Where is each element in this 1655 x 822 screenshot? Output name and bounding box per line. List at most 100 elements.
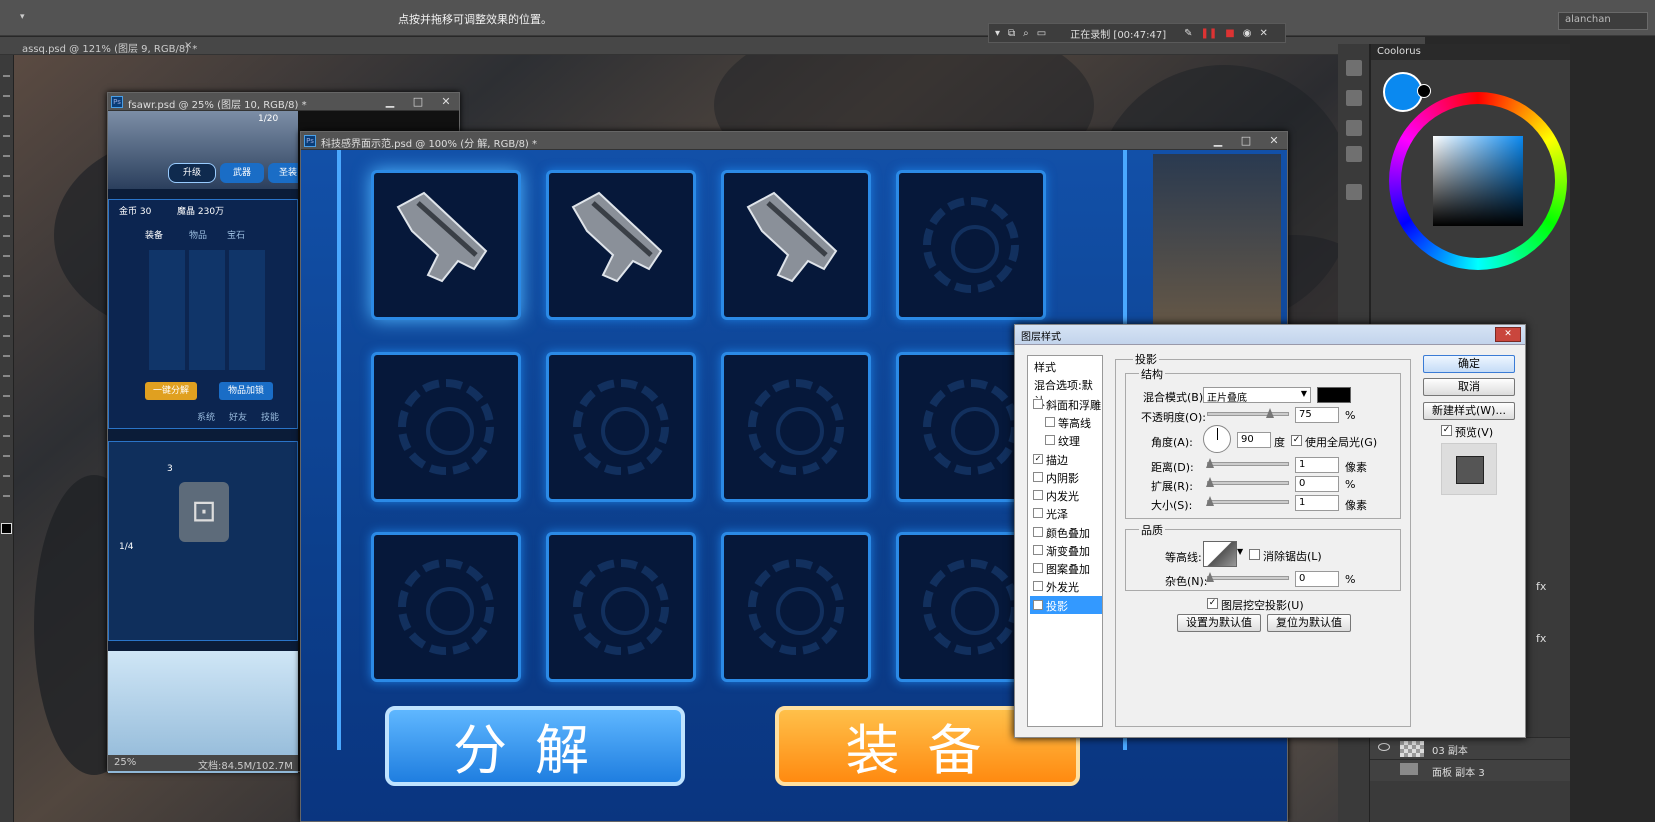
noise-input[interactable]: 0: [1295, 571, 1339, 587]
distance-input[interactable]: 1: [1295, 457, 1339, 473]
tab-weapon[interactable]: 武器: [220, 163, 264, 183]
slot-10[interactable]: [546, 532, 696, 682]
anti-alias-checkbox[interactable]: [1249, 549, 1260, 560]
style-checkbox[interactable]: [1033, 545, 1043, 555]
slot-9[interactable]: [371, 532, 521, 682]
style-checkbox[interactable]: [1033, 508, 1043, 518]
stop-icon[interactable]: ■: [1225, 28, 1234, 39]
style-inner-glow[interactable]: 内发光: [1030, 486, 1102, 504]
style-drop-shadow[interactable]: ✓ 投影: [1030, 596, 1102, 614]
style-satin[interactable]: 光泽: [1030, 504, 1102, 522]
style-inner-shadow[interactable]: 内阴影: [1030, 468, 1102, 486]
set-default-button[interactable]: 设置为默认值: [1177, 614, 1261, 632]
distance-slider[interactable]: [1206, 458, 1289, 468]
layer-row[interactable]: 面板 副本 3: [1370, 759, 1570, 781]
global-light-checkbox[interactable]: ✓: [1291, 435, 1302, 446]
bag-tab-items[interactable]: 物品: [189, 228, 207, 241]
ok-button[interactable]: 确定: [1423, 355, 1515, 373]
reset-default-button[interactable]: 复位为默认值: [1267, 614, 1351, 632]
style-checkbox[interactable]: ✓: [1033, 600, 1043, 610]
slot-4[interactable]: [896, 170, 1046, 320]
slot-5[interactable]: [371, 352, 521, 502]
spread-input[interactable]: 0: [1295, 476, 1339, 492]
style-stroke[interactable]: ✓ 描边: [1030, 450, 1102, 468]
maximize-icon[interactable]: □: [409, 95, 427, 108]
styles-header[interactable]: 样式: [1030, 357, 1102, 375]
knockout-checkbox[interactable]: ✓: [1207, 598, 1218, 609]
eye-icon[interactable]: [1378, 743, 1390, 751]
nav-skills[interactable]: 技能: [261, 410, 279, 423]
style-outer-glow[interactable]: 外发光: [1030, 577, 1102, 595]
style-checkbox[interactable]: [1045, 435, 1055, 445]
pen-icon[interactable]: ✎: [1184, 28, 1192, 39]
style-checkbox[interactable]: [1033, 490, 1043, 500]
dialog-close-button[interactable]: ✕: [1495, 327, 1521, 342]
style-checkbox[interactable]: [1033, 472, 1043, 482]
lock-items-button[interactable]: 物品加锁: [219, 382, 273, 400]
style-contour[interactable]: 等高线: [1030, 413, 1102, 431]
maximize-icon[interactable]: □: [1237, 134, 1255, 147]
style-color-overlay[interactable]: 颜色叠加: [1030, 523, 1102, 541]
style-bevel[interactable]: 斜面和浮雕: [1030, 395, 1102, 413]
close-icon[interactable]: ✕: [437, 95, 455, 108]
zoom-icon[interactable]: ⌕: [1023, 28, 1029, 39]
blend-options[interactable]: 混合选项:默认: [1030, 375, 1102, 408]
size-input[interactable]: 1: [1295, 495, 1339, 511]
chevron-down-icon[interactable]: ▼: [1237, 547, 1243, 556]
layer-row[interactable]: 03 副本: [1370, 737, 1570, 759]
slot-1[interactable]: [371, 170, 521, 320]
shadow-color-swatch[interactable]: [1317, 387, 1351, 403]
slot-6[interactable]: [546, 352, 696, 502]
region-icon[interactable]: ▭: [1037, 28, 1046, 39]
angle-input[interactable]: 90: [1237, 432, 1271, 448]
style-pattern-overlay[interactable]: 图案叠加: [1030, 559, 1102, 577]
nav-friends[interactable]: 好友: [229, 410, 247, 423]
close-icon[interactable]: ✕: [1265, 134, 1283, 147]
disassemble-button[interactable]: 分解: [385, 706, 685, 786]
zoom-level[interactable]: 25%: [114, 757, 136, 768]
pause-icon[interactable]: ❚❚: [1201, 28, 1218, 39]
minimize-icon[interactable]: ▁: [1209, 134, 1227, 147]
window-icon[interactable]: ⧉: [1008, 28, 1015, 39]
tab-close-icon[interactable]: ×: [184, 40, 192, 51]
new-style-button[interactable]: 新建样式(W)...: [1423, 402, 1515, 420]
blend-mode-select[interactable]: 正片叠底 ▼: [1203, 387, 1311, 404]
size-slider[interactable]: [1206, 496, 1289, 506]
color-wheel[interactable]: [1389, 92, 1567, 270]
menu-arrow-icon[interactable]: ▾: [20, 12, 25, 22]
foreground-swatch[interactable]: [1, 523, 12, 534]
slot-7[interactable]: [721, 352, 871, 502]
dropdown-icon[interactable]: ▾: [995, 28, 1000, 39]
style-checkbox[interactable]: [1033, 527, 1043, 537]
noise-slider[interactable]: [1206, 572, 1289, 582]
bag-tab-gems[interactable]: 宝石: [227, 228, 245, 241]
opacity-input[interactable]: 75: [1295, 407, 1339, 423]
window-titlebar[interactable]: Ps fsawr.psd @ 25% (图层 10, RGB/8) * ▁ □ ✕: [108, 93, 459, 111]
nav-system[interactable]: 系统: [197, 410, 215, 423]
slot-2[interactable]: [546, 170, 696, 320]
cancel-button[interactable]: 取消: [1423, 378, 1515, 396]
slot-11[interactable]: [721, 532, 871, 682]
disassemble-all-button[interactable]: 一键分解: [145, 382, 197, 400]
style-checkbox[interactable]: [1033, 563, 1043, 573]
background-color[interactable]: [1417, 84, 1431, 98]
close-icon[interactable]: ✕: [1259, 28, 1267, 39]
style-checkbox[interactable]: [1045, 417, 1055, 427]
dialog-titlebar[interactable]: 图层样式 ✕: [1015, 325, 1525, 345]
preview-checkbox[interactable]: ✓: [1441, 425, 1452, 436]
style-checkbox[interactable]: [1033, 581, 1043, 591]
minimize-icon[interactable]: ▁: [381, 95, 399, 108]
bag-tab-equip[interactable]: 装备: [145, 228, 163, 241]
opacity-slider[interactable]: [1207, 408, 1289, 418]
spread-slider[interactable]: [1206, 477, 1289, 487]
slot-3[interactable]: [721, 170, 871, 320]
window-titlebar[interactable]: Ps 科技感界面示范.psd @ 100% (分 解, RGB/8) * ▁ □ ✕: [301, 132, 1287, 150]
saturation-square[interactable]: [1433, 136, 1523, 226]
style-gradient-overlay[interactable]: 渐变叠加: [1030, 541, 1102, 559]
folder-icon[interactable]: [1400, 763, 1418, 775]
angle-dial[interactable]: [1203, 425, 1231, 453]
tab-holy[interactable]: 圣装: [268, 163, 298, 183]
style-checkbox[interactable]: [1033, 399, 1043, 409]
style-texture[interactable]: 纹理: [1030, 431, 1102, 449]
contour-picker[interactable]: [1203, 541, 1237, 567]
